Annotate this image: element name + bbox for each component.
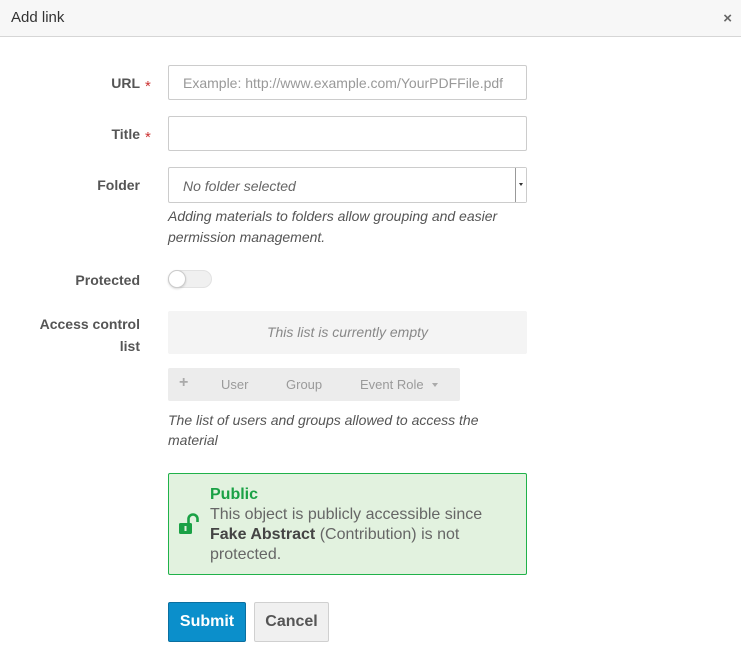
url-label: URL <box>111 75 140 91</box>
folder-select[interactable]: No folder selected <box>168 167 527 203</box>
public-notice-entity: Fake Abstract <box>210 526 316 543</box>
protected-label: Protected <box>75 272 140 288</box>
folder-select-value: No folder selected <box>183 178 296 194</box>
public-notice: Public This object is publicly accessibl… <box>168 473 527 575</box>
public-notice-title: Public <box>210 486 259 503</box>
protected-toggle[interactable] <box>168 270 212 288</box>
folder-help-text: Adding materials to folders allow groupi… <box>168 208 498 245</box>
folder-label: Folder <box>97 177 140 193</box>
public-notice-before: This object is publicly accessible since <box>210 506 483 523</box>
acl-label-line1: Access control <box>39 316 140 332</box>
url-input[interactable] <box>168 65 527 100</box>
add-group-button[interactable]: Group <box>286 377 322 392</box>
title-required-mark: * <box>145 129 151 146</box>
dialog-header: Add link × <box>0 0 741 37</box>
acl-empty-list: This list is currently empty <box>168 311 527 354</box>
toggle-knob <box>168 270 186 288</box>
caret-down-icon <box>431 383 438 387</box>
add-event-role-button[interactable]: Event Role <box>360 377 438 392</box>
unlock-icon <box>179 513 199 534</box>
acl-label-line2: list <box>119 338 140 354</box>
acl-help-text: The list of users and groups allowed to … <box>168 412 479 448</box>
plus-icon[interactable]: + <box>179 374 188 392</box>
chevron-down-icon[interactable] <box>515 168 526 202</box>
dialog-title: Add link <box>11 9 65 26</box>
add-user-button[interactable]: User <box>221 377 248 392</box>
public-notice-text: Public This object is publicly accessibl… <box>210 485 515 565</box>
acl-toolbar: + User Group Event Role <box>168 368 460 401</box>
title-input[interactable] <box>168 116 527 151</box>
event-role-label: Event Role <box>360 377 424 392</box>
submit-button[interactable]: Submit <box>168 602 246 642</box>
cancel-button[interactable]: Cancel <box>254 602 329 642</box>
acl-label: Access control list <box>40 313 140 357</box>
url-required-mark: * <box>145 78 151 95</box>
close-icon[interactable]: × <box>723 10 732 27</box>
title-label: Title <box>111 126 140 142</box>
